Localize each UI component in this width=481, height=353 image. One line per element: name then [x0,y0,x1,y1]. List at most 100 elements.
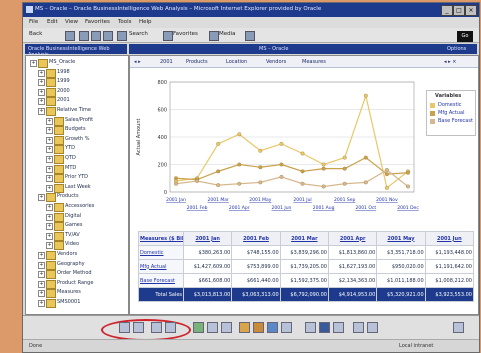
row-header[interactable]: Mfg Actual [138,259,184,274]
status-bar: Done Local intranet [23,339,479,352]
menu-help[interactable]: Help [139,19,152,25]
drill-icon[interactable] [305,322,316,333]
refresh-icon[interactable] [91,31,101,41]
tree-item-label: Accessories [65,203,95,209]
menu-view[interactable]: View [65,19,78,25]
col-header[interactable]: 2001 May [376,231,426,246]
expand-toggle[interactable]: + [38,79,45,87]
new-report-icon[interactable] [119,322,130,333]
filter-icon[interactable] [165,322,176,333]
expand-toggle[interactable]: + [46,175,53,183]
dim-measures[interactable]: Measures [302,59,326,65]
help-icon[interactable] [353,322,364,333]
expand-toggle[interactable]: + [46,204,53,211]
expand-toggle[interactable]: + [46,127,53,135]
dim-vendors[interactable]: Vendors [266,59,286,65]
format-icon[interactable] [281,322,292,333]
row-header[interactable]: Base Forecast [138,273,184,288]
data-point [237,162,242,167]
col-header[interactable]: 2001 Apr [327,231,378,246]
expand-toggle[interactable]: + [46,156,53,163]
menu-file[interactable]: File [29,19,38,25]
tree-item-label: Prior YTD [65,174,89,181]
expand-toggle[interactable]: + [46,223,53,231]
pivot-icon[interactable] [319,322,330,333]
folder-icon [46,107,56,116]
menu-tools[interactable]: Tools [118,19,132,25]
row-header[interactable]: Domestic [138,245,184,260]
options-link[interactable]: Options [447,46,466,52]
options-icon[interactable] [367,322,378,333]
dim-products[interactable]: Products [186,59,208,65]
legend-swatch [430,111,435,116]
calculate-icon[interactable] [267,322,278,333]
layout-icon[interactable] [453,322,464,333]
x-tick-label: 2001 Apr [229,205,250,211]
dim-time[interactable]: 2001 [160,59,173,65]
expand-toggle[interactable]: + [38,271,45,279]
col-header[interactable]: 2001 Jun [424,231,475,246]
search-icon[interactable] [117,31,127,41]
y-tick-label: 800 [157,80,167,86]
close-button[interactable]: × [465,5,477,16]
folder-icon [46,68,56,78]
sort-icon[interactable] [151,322,162,333]
maximize-button[interactable]: □ [453,5,465,16]
expand-toggle[interactable]: + [38,88,45,96]
swap-icon[interactable] [333,322,344,333]
col-header[interactable]: 2001 Jan [182,231,233,246]
email-icon[interactable] [221,322,232,333]
expand-toggle[interactable]: + [46,117,53,125]
expand-toggle[interactable]: + [46,184,53,192]
x-tick-label: 2001 Dec [397,205,419,211]
media-button[interactable]: Media [219,31,236,37]
stop-icon[interactable] [79,31,89,41]
table-cell: $1,739,205.00 [279,259,329,274]
expand-toggle[interactable]: + [38,300,45,307]
dimbar-tools-icon[interactable]: ◂ ▸ × [444,59,456,65]
history-icon[interactable] [245,31,255,41]
folder-icon[interactable] [239,322,250,333]
col-header[interactable]: 2001 Mar [279,231,329,246]
expand-toggle[interactable]: + [38,98,45,106]
expand-toggle[interactable]: + [38,290,45,298]
forward-icon[interactable] [65,31,75,41]
expand-toggle[interactable]: + [46,242,53,250]
minimize-button[interactable]: _ [441,5,453,16]
x-tick-label: 2001 Jan [166,197,186,203]
chart-type-icon[interactable] [133,322,144,333]
total-row: Total Sales $3,013,813.00 $3,063,313.00 … [138,287,475,302]
menu-favorites[interactable]: Favorites [85,19,110,25]
print-icon[interactable] [207,322,218,333]
tree-item-label: Products [57,193,79,200]
expand-toggle[interactable]: + [38,252,45,259]
total-cell: $4,914,953.00 [327,287,378,302]
dim-location[interactable]: Location [226,59,247,65]
export-icon[interactable] [193,322,204,333]
expand-toggle[interactable]: + [46,136,53,144]
media-icon[interactable] [209,31,219,41]
dimbar-nav-icon[interactable]: ◂ ▸ [134,59,141,65]
home-icon[interactable] [103,31,113,41]
expand-toggle[interactable]: + [46,165,53,173]
save-icon[interactable] [253,322,264,333]
expand-toggle[interactable]: + [46,213,53,221]
expand-toggle[interactable]: + [38,69,45,77]
expand-toggle[interactable]: + [38,280,45,288]
expand-toggle[interactable]: + [38,108,45,115]
favorites-button[interactable]: Favorites [173,31,198,37]
expand-toggle[interactable]: + [38,261,45,269]
favorites-icon[interactable] [163,31,173,41]
search-button[interactable]: Search [129,31,148,37]
expand-toggle[interactable]: + [38,194,45,202]
go-button[interactable]: Go [457,31,473,42]
expand-toggle[interactable]: + [30,60,37,67]
x-tick-label: 2001 Jul [293,197,311,203]
menu-edit[interactable]: Edit [47,19,58,25]
expand-toggle[interactable]: + [46,232,53,240]
data-point [300,181,305,186]
expand-toggle[interactable]: + [46,146,53,154]
col-header[interactable]: 2001 Feb [231,231,281,246]
back-button[interactable]: Back [29,31,42,37]
x-tick-label: 2001 Mar [207,197,229,203]
